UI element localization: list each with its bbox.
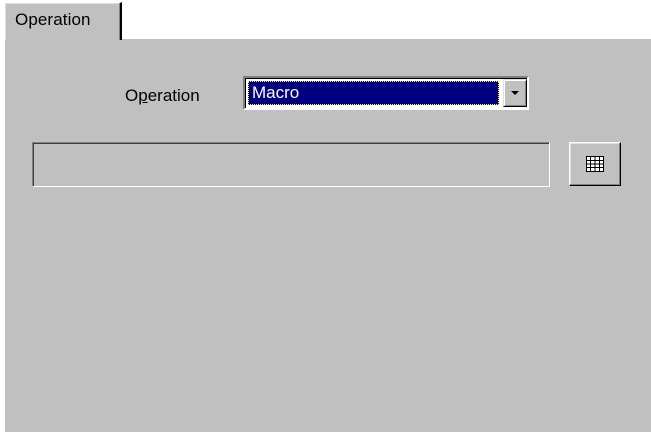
combobox-frame: Macro xyxy=(245,78,527,108)
macro-field[interactable] xyxy=(32,142,550,187)
operation-dropdown-button[interactable] xyxy=(503,79,527,107)
grid-button[interactable] xyxy=(569,142,621,186)
macro-field-frame xyxy=(33,143,549,186)
window-root: Operation Operation Macro xyxy=(0,0,651,432)
operation-selected-value[interactable]: Macro xyxy=(248,81,499,105)
operation-label-suffix: eration xyxy=(147,86,200,105)
grid-icon xyxy=(586,156,604,172)
chevron-down-icon xyxy=(511,91,519,95)
operation-combobox[interactable]: Macro xyxy=(243,76,529,110)
operation-label: Operation xyxy=(125,86,200,106)
operation-label-mnemonic: p xyxy=(138,86,148,105)
tab-label: Operation xyxy=(15,10,91,29)
operation-label-prefix: O xyxy=(125,86,139,105)
tab-operation[interactable]: Operation xyxy=(4,2,122,40)
